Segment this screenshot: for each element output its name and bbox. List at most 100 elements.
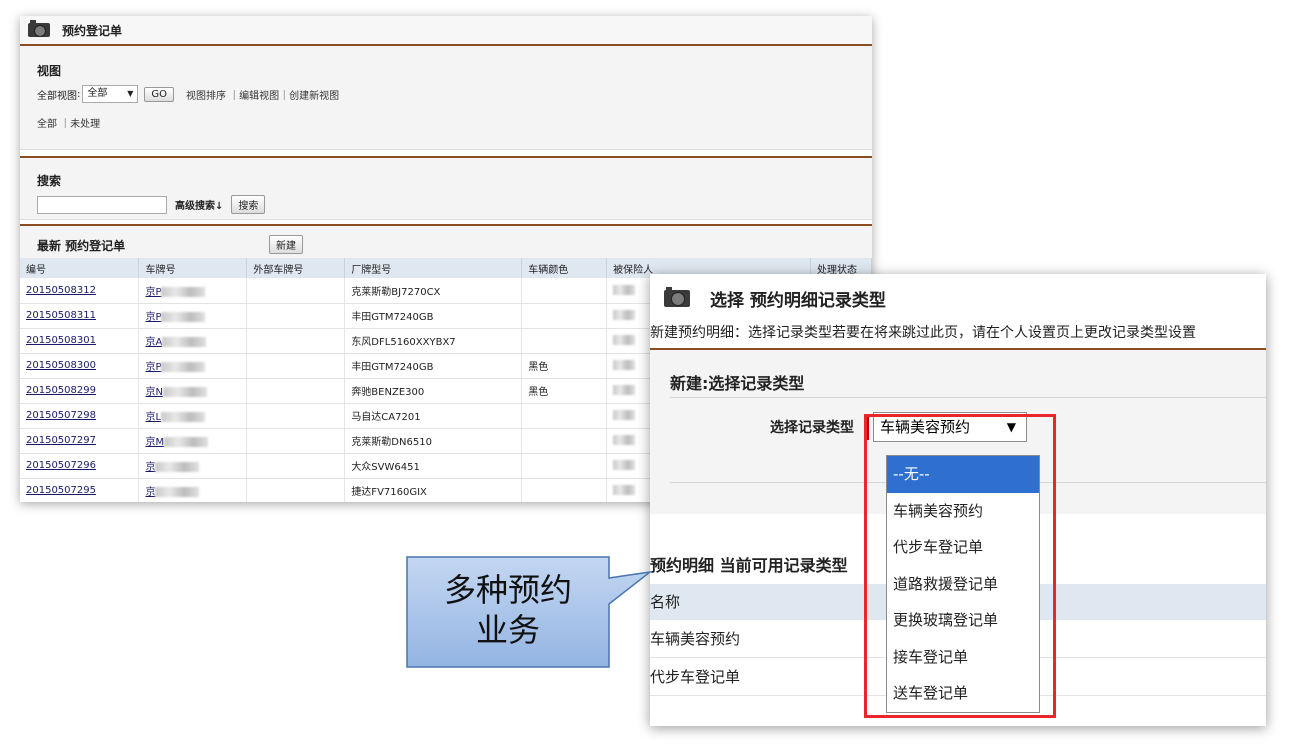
redacted-mask <box>161 362 206 372</box>
redacted-mask <box>613 385 636 395</box>
page-title: 选择 预约明细记录类型 <box>710 290 886 311</box>
highlight-box <box>864 414 1056 718</box>
plate-cell[interactable]: 京P <box>138 353 248 379</box>
search-button[interactable]: 搜索 <box>231 195 266 214</box>
advanced-search-link[interactable]: 高级搜索↓ <box>175 197 223 212</box>
model-cell: 克莱斯勒DN6510 <box>344 428 523 454</box>
external-plate-cell <box>246 378 346 404</box>
chevron-down-icon: ▼ <box>127 89 134 98</box>
plate-cell[interactable]: 京P <box>138 303 248 329</box>
plate-cell[interactable]: 京A <box>138 328 248 354</box>
view-label-colon: : <box>77 88 81 100</box>
view-heading: 视图 <box>37 64 62 78</box>
column-header[interactable]: 车牌号 <box>138 258 248 278</box>
external-plate-cell <box>246 303 346 329</box>
divider <box>20 150 872 158</box>
plate-cell[interactable]: 京 <box>138 453 248 479</box>
record-id-link[interactable]: 20150508300 <box>20 353 140 379</box>
page-title: 预约登记单 <box>62 23 123 38</box>
search-input[interactable] <box>37 195 167 214</box>
view-select-value: 全部 <box>87 88 108 99</box>
form-subtitle: 新建:选择记录类型 <box>670 370 1266 398</box>
redacted-mask <box>164 437 209 447</box>
filter-links[interactable]: 全部 ｜未处理 <box>37 115 855 130</box>
recent-list-title: 最新 预约登记单 <box>37 239 126 253</box>
color-cell <box>521 278 608 304</box>
external-plate-cell <box>246 353 346 379</box>
redacted-mask <box>613 435 636 445</box>
redacted-mask <box>613 460 636 470</box>
plate-cell[interactable]: 京L <box>138 403 248 429</box>
record-id-link[interactable]: 20150508312 <box>20 278 140 304</box>
column-header[interactable]: 厂牌型号 <box>344 258 523 278</box>
view-links[interactable]: 视图排序 ｜编辑视图｜创建新视图 <box>186 87 339 102</box>
plate-prefix[interactable]: 京A <box>145 337 162 348</box>
color-cell <box>521 303 608 329</box>
external-plate-cell <box>246 328 346 354</box>
plate-cell[interactable]: 京 <box>138 478 248 502</box>
color-cell <box>521 403 608 429</box>
redacted-mask <box>162 387 207 397</box>
record-id-link[interactable]: 20150507298 <box>20 403 140 429</box>
column-header[interactable]: 车辆颜色 <box>521 258 608 278</box>
record-id-link[interactable]: 20150507296 <box>20 453 140 479</box>
plate-prefix[interactable]: 京P <box>145 362 161 373</box>
callout-bubble: 多种预约 业务 <box>406 556 653 668</box>
external-plate-cell <box>246 453 346 479</box>
model-cell: 奔驰BENZE300 <box>344 378 523 404</box>
plate-prefix[interactable]: 京P <box>145 312 161 323</box>
color-cell <box>521 328 608 354</box>
model-cell: 东风DFL5160XXYBX7 <box>344 328 523 354</box>
plate-prefix[interactable]: 京L <box>145 412 161 423</box>
plate-prefix[interactable]: 京 <box>145 462 155 473</box>
redacted-mask <box>161 286 206 297</box>
plate-prefix[interactable]: 京N <box>145 387 162 398</box>
external-plate-cell <box>246 478 346 502</box>
window-header: 预约登记单 <box>20 16 872 46</box>
view-select[interactable]: 全部 ▼ <box>82 85 139 103</box>
redacted-mask <box>613 410 636 420</box>
record-id-link[interactable]: 20150508311 <box>20 303 140 329</box>
color-cell: 黑色 <box>521 353 608 379</box>
redacted-mask <box>613 310 636 320</box>
recent-list-header: 最新 预约登记单 新建 <box>20 226 872 258</box>
record-id-link[interactable]: 20150508301 <box>20 328 140 354</box>
plate-prefix[interactable]: 京P <box>145 287 161 298</box>
redacted-mask <box>613 284 636 295</box>
view-panel: 视图 全部视图 : 全部 ▼ GO 视图排序 ｜编辑视图｜创建新视图 全部 ｜未… <box>20 46 872 150</box>
camera-icon <box>664 286 690 307</box>
record-id-link[interactable]: 20150508299 <box>20 378 140 404</box>
plate-prefix[interactable]: 京 <box>145 487 155 498</box>
model-cell: 马自达CA7201 <box>344 403 523 429</box>
record-id-link[interactable]: 20150507297 <box>20 428 140 454</box>
camera-icon <box>28 20 50 37</box>
external-plate-cell <box>246 428 346 454</box>
plate-cell[interactable]: 京N <box>138 378 248 404</box>
redacted-mask <box>613 335 636 345</box>
redacted-mask <box>613 485 636 495</box>
plate-cell[interactable]: 京P <box>138 278 248 304</box>
external-plate-cell <box>246 403 346 429</box>
view-label: 全部视图 <box>37 90 77 102</box>
redacted-mask <box>161 312 206 322</box>
new-button[interactable]: 新建 <box>269 235 303 254</box>
model-cell: 捷达FV7160GIX <box>344 478 523 502</box>
column-header[interactable]: 外部车牌号 <box>246 258 346 278</box>
color-cell: 黑色 <box>521 378 608 404</box>
record-id-link[interactable]: 20150507295 <box>20 478 140 502</box>
color-cell <box>521 428 608 454</box>
external-plate-cell <box>246 278 346 304</box>
callout-text: 多种预约 业务 <box>406 570 610 650</box>
go-button[interactable]: GO <box>144 86 174 102</box>
column-header[interactable]: 编号 <box>20 258 140 278</box>
callout-line: 多种预约 <box>443 571 572 609</box>
color-cell <box>521 478 608 502</box>
redacted-mask <box>155 462 200 472</box>
model-cell: 大众SVW6451 <box>344 453 523 479</box>
model-cell: 克莱斯勒BJ7270CX <box>344 278 523 304</box>
model-cell: 丰田GTM7240GB <box>344 303 523 329</box>
plate-cell[interactable]: 京M <box>138 428 248 454</box>
plate-prefix[interactable]: 京M <box>145 437 164 448</box>
redacted-mask <box>161 412 206 422</box>
redacted-mask <box>613 360 636 370</box>
